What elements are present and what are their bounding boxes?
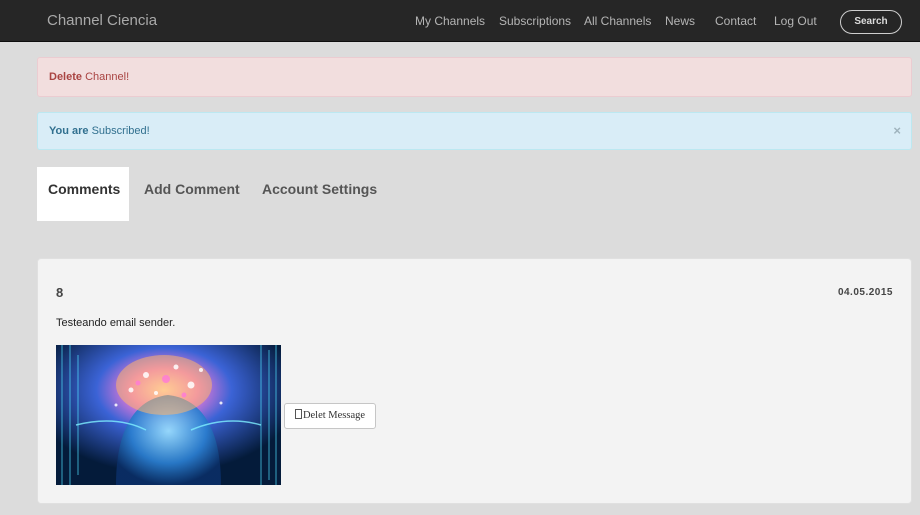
trash-icon xyxy=(294,409,302,419)
nav-all-channels[interactable]: All Channels xyxy=(584,14,651,28)
message-panel: 8 04.05.2015 Testeando email sender. Del… xyxy=(37,258,912,504)
subscribed-alert-text: Subscribed! xyxy=(91,125,150,137)
search-button[interactable]: Search xyxy=(840,10,902,34)
subscribed-alert: You are Subscribed! × xyxy=(37,112,912,150)
delete-message-label: Delet Message xyxy=(302,410,366,421)
nav-contact[interactable]: Contact xyxy=(715,14,756,28)
message-date: 04.05.2015 xyxy=(837,287,893,298)
brain-head-illustration xyxy=(56,345,281,485)
delete-alert-text: Channel! xyxy=(85,71,130,83)
message-text: Testeando email sender. xyxy=(56,317,176,329)
tab-account-settings[interactable]: Account Settings xyxy=(262,167,377,221)
top-navbar: Channel Ciencia My Channels Subscription… xyxy=(0,0,920,42)
nav-my-channels[interactable]: My Channels xyxy=(415,14,485,28)
close-icon[interactable]: × xyxy=(893,113,901,149)
delete-message-button[interactable]: Delet Message xyxy=(284,403,376,429)
nav-news[interactable]: News xyxy=(665,14,695,28)
delete-alert-bold: Delete xyxy=(49,71,83,83)
nav-subscriptions[interactable]: Subscriptions xyxy=(499,14,571,28)
tab-add-comment[interactable]: Add Comment xyxy=(144,167,240,221)
nav-log-out[interactable]: Log Out xyxy=(774,14,817,28)
message-id: 8 xyxy=(56,285,64,300)
tab-comments[interactable]: Comments xyxy=(37,167,129,221)
message-image xyxy=(56,345,281,485)
brand-link[interactable]: Channel Ciencia xyxy=(47,12,157,29)
delete-alert: Delete Channel! xyxy=(37,57,912,97)
subscribed-alert-bold: You are xyxy=(49,125,89,137)
